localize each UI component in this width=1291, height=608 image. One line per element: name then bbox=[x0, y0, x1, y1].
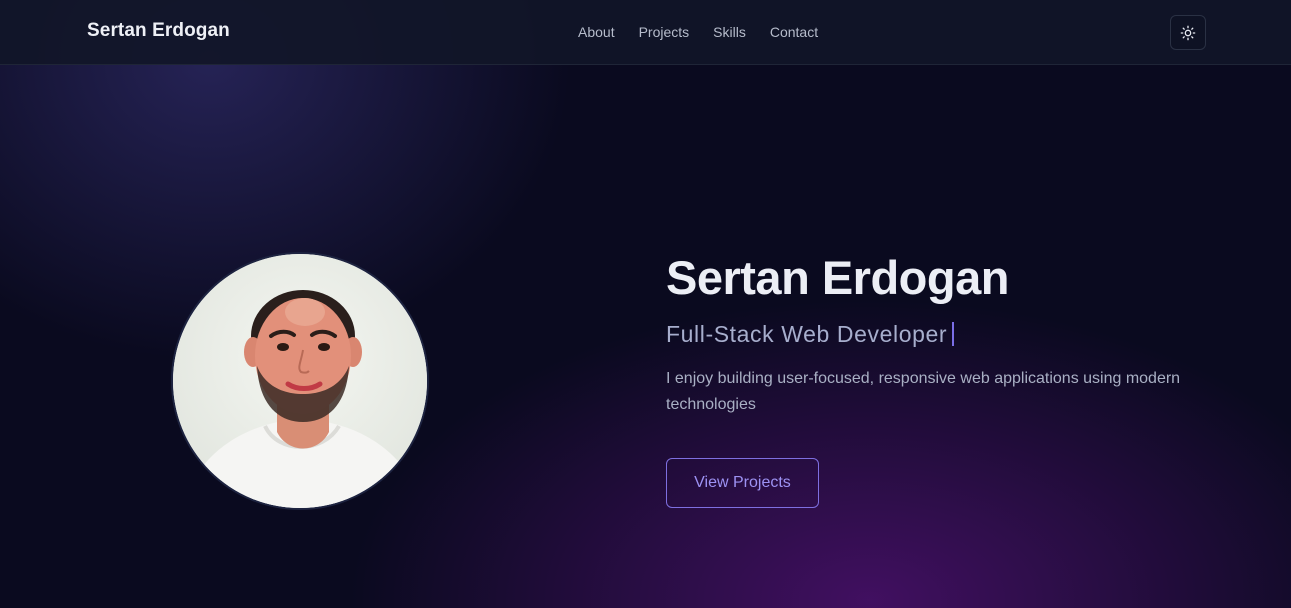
hero-name: Sertan Erdogan bbox=[666, 251, 1009, 304]
theme-toggle-button[interactable] bbox=[1170, 15, 1206, 50]
sun-icon bbox=[1180, 25, 1196, 40]
nav-link-projects[interactable]: Projects bbox=[639, 24, 690, 40]
hero-description: I enjoy building user-focused, responsiv… bbox=[666, 370, 1181, 413]
typing-cursor bbox=[952, 322, 955, 346]
brand-logo[interactable]: Sertan Erdogan bbox=[87, 20, 230, 42]
nav-links: About Projects Skills Contact bbox=[578, 24, 818, 40]
top-navbar: Sertan Erdogan About Projects Skills Con… bbox=[0, 0, 1291, 65]
profile-avatar bbox=[171, 252, 429, 510]
nav-link-about[interactable]: About bbox=[578, 24, 615, 40]
hero-role: Full-Stack Web Developer bbox=[666, 320, 948, 347]
hero-role-line: Full-Stack Web Developer bbox=[666, 320, 955, 348]
page: Sertan Erdogan About Projects Skills Con… bbox=[0, 0, 1291, 608]
profile-photo bbox=[173, 254, 427, 508]
view-projects-button[interactable]: View Projects bbox=[666, 458, 819, 508]
nav-link-contact[interactable]: Contact bbox=[770, 24, 818, 40]
nav-link-skills[interactable]: Skills bbox=[713, 24, 746, 40]
